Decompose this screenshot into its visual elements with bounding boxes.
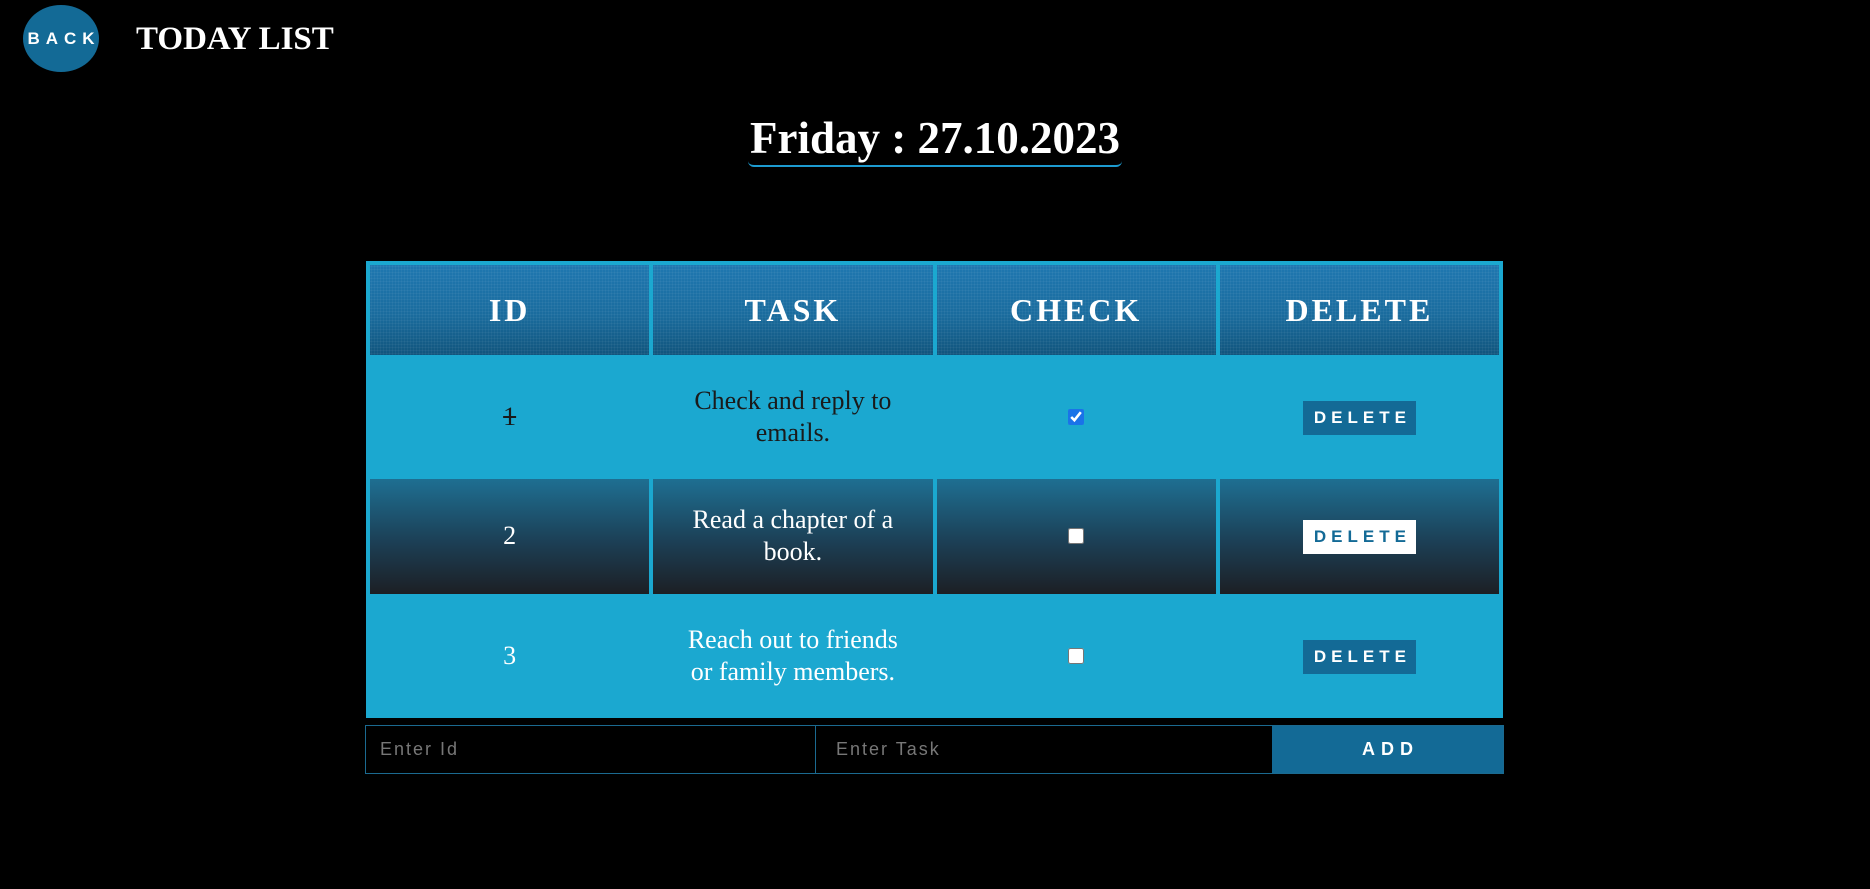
table-row: 1 Check and reply to emails. DELETE — [370, 359, 1499, 475]
task-text-cell: Read a chapter of a book. — [653, 478, 933, 595]
date-heading-text: Friday : 27.10.2023 — [748, 113, 1122, 167]
app-title: TODAY LIST — [136, 21, 334, 57]
task-text-cell: Check and reply to emails. — [653, 359, 933, 475]
task-checkbox[interactable] — [1068, 408, 1085, 425]
today-list-page: BACK TODAY LIST Friday : 27.10.2023 ID T… — [0, 0, 1870, 889]
task-text: Reach out to friends or family members. — [687, 625, 898, 687]
task-checkbox[interactable] — [1068, 648, 1085, 665]
back-button[interactable]: BACK — [23, 5, 99, 72]
task-delete-cell: DELETE — [1219, 359, 1499, 475]
id-input[interactable] — [366, 726, 816, 773]
table-row: 2 Read a chapter of a book. DELETE — [370, 478, 1499, 595]
date-heading: Friday : 27.10.2023 — [0, 113, 1870, 167]
task-text-cell: Reach out to friends or family members. — [653, 598, 933, 714]
column-header-task: TASK — [653, 265, 933, 355]
task-delete-cell: DELETE — [1219, 478, 1499, 595]
column-header-id: ID — [370, 265, 650, 355]
task-text: Check and reply to emails. — [694, 385, 892, 447]
table-row: 3 Reach out to friends or family members… — [370, 598, 1499, 714]
add-button[interactable]: ADD — [1272, 726, 1503, 773]
task-check-cell — [936, 478, 1216, 595]
task-table: ID TASK CHECK DELETE 1 Check and reply t… — [366, 261, 1503, 718]
task-check-cell — [936, 359, 1216, 475]
task-checkbox[interactable] — [1068, 528, 1085, 545]
task-id: 2 — [370, 478, 650, 595]
task-check-cell — [936, 598, 1216, 714]
task-id: 1 — [370, 359, 650, 475]
task-delete-cell: DELETE — [1219, 598, 1499, 714]
add-task-form: ADD — [365, 725, 1504, 774]
delete-button[interactable]: DELETE — [1302, 520, 1416, 555]
table-header-row: ID TASK CHECK DELETE — [370, 265, 1499, 355]
task-text: Read a chapter of a book. — [692, 505, 894, 567]
delete-button[interactable]: DELETE — [1302, 400, 1416, 435]
task-input[interactable] — [816, 726, 1272, 773]
column-header-check: CHECK — [936, 265, 1216, 355]
column-header-delete: DELETE — [1219, 265, 1499, 355]
task-id: 3 — [370, 598, 650, 714]
delete-button[interactable]: DELETE — [1302, 640, 1416, 675]
